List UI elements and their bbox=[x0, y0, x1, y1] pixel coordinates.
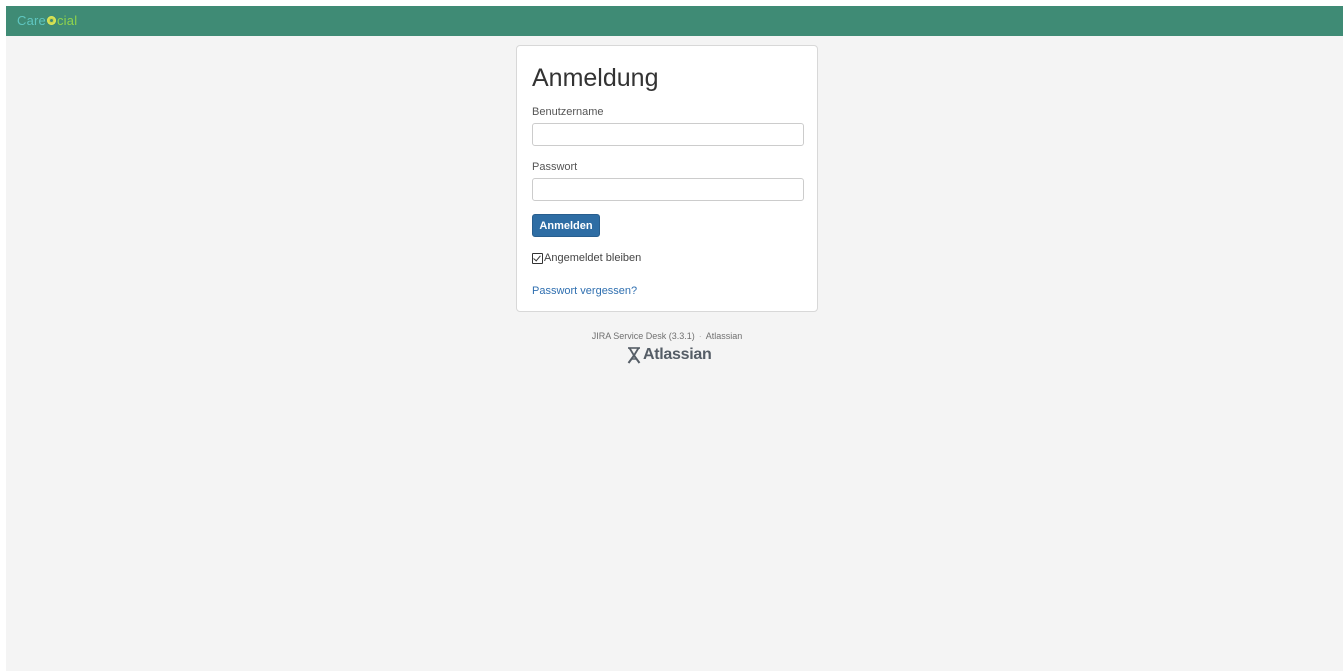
login-title: Anmeldung bbox=[532, 64, 659, 92]
gear-icon bbox=[46, 16, 56, 25]
atlassian-logo[interactable]: Atlassian bbox=[626, 345, 712, 365]
login-button[interactable]: Anmelden bbox=[532, 214, 600, 237]
remember-me-row[interactable]: Angemeldet bleiben bbox=[532, 251, 641, 265]
remember-me-label: Angemeldet bleiben bbox=[544, 251, 642, 264]
top-header-bar: Care cial bbox=[6, 6, 1343, 36]
logo-text-cial: cial bbox=[56, 13, 78, 28]
footer-separator: · bbox=[698, 331, 702, 341]
footer-vendor-link[interactable]: Atlassian bbox=[706, 331, 743, 341]
remember-me-checkbox[interactable] bbox=[532, 252, 543, 264]
forgot-password-link[interactable]: Passwort vergessen? bbox=[532, 285, 637, 298]
username-label: Benutzername bbox=[532, 106, 604, 118]
username-input[interactable] bbox=[532, 123, 804, 146]
footer-product: JIRA Service Desk (3.3.1) bbox=[591, 331, 695, 341]
password-input[interactable] bbox=[532, 178, 804, 201]
footer-text: JIRA Service Desk (3.3.1) · Atlassian bbox=[516, 331, 818, 342]
caresocial-logo[interactable]: Care cial bbox=[17, 14, 77, 28]
atlassian-logo-text: Atlassian bbox=[643, 346, 712, 363]
login-card: Anmeldung Benutzername Passwort Anmelden… bbox=[516, 45, 818, 312]
atlassian-logo-icon bbox=[627, 346, 641, 364]
logo-text-care: Care bbox=[17, 13, 46, 28]
password-label: Passwort bbox=[532, 161, 578, 173]
